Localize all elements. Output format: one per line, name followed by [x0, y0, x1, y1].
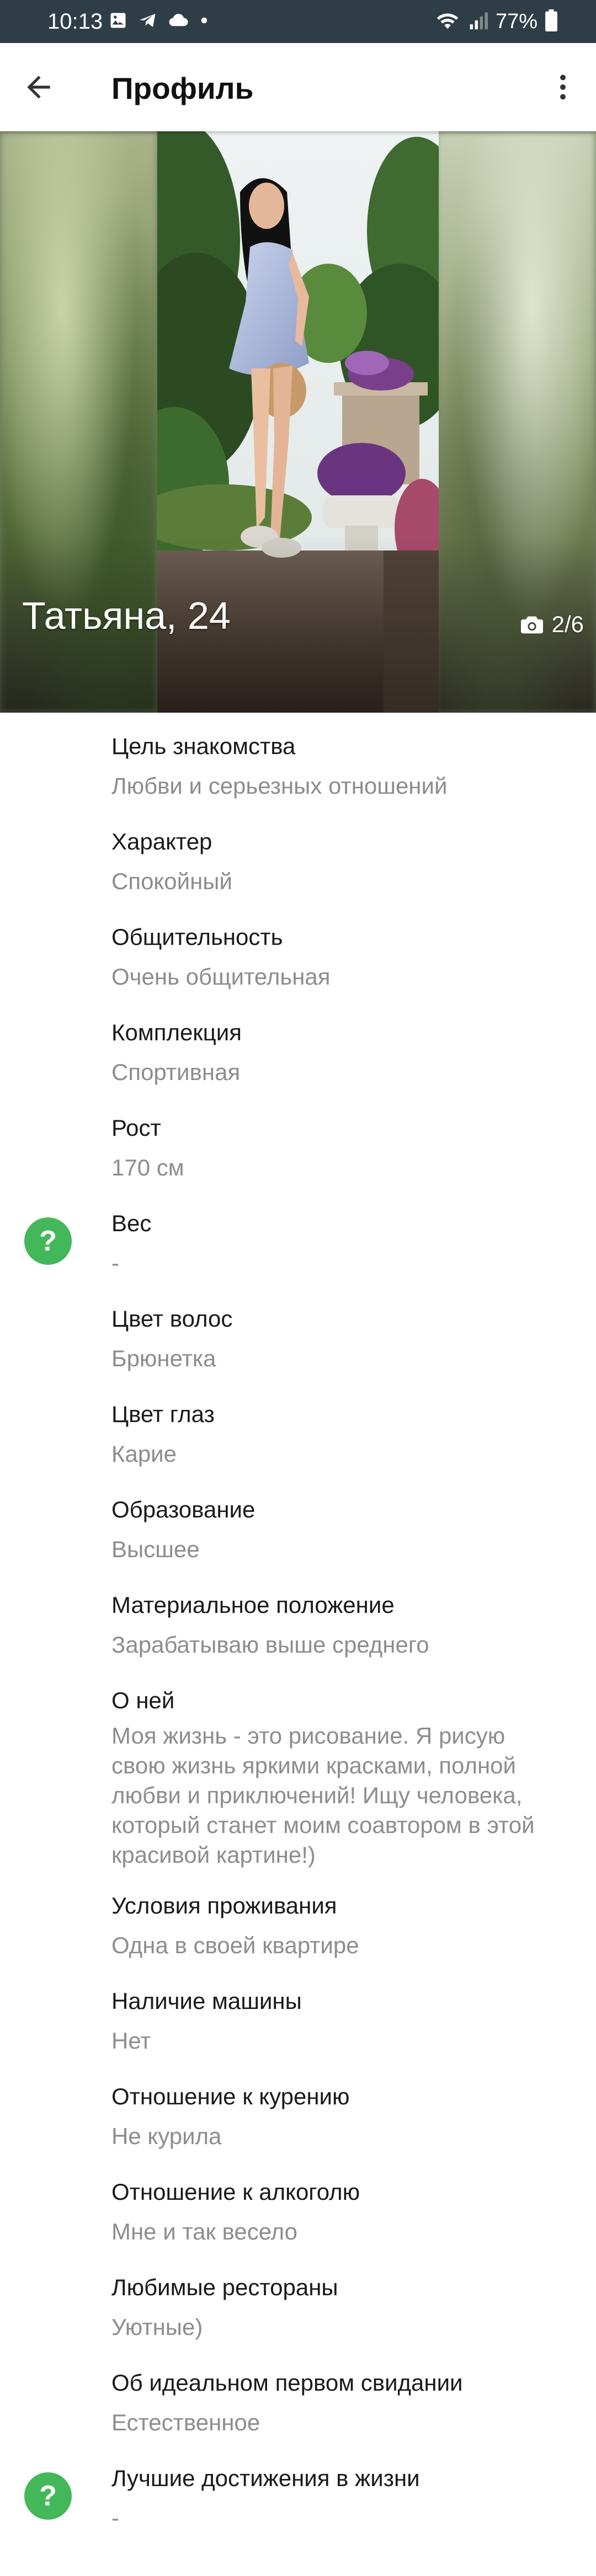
field-value: Одна в своей квартире: [111, 1932, 359, 1958]
image-icon: [108, 10, 128, 33]
field-label: Общительность: [111, 924, 283, 950]
field-label: Характер: [111, 829, 212, 854]
arrow-back-icon: [27, 76, 50, 99]
profile-photo-gallery[interactable]: Татьяна, 24 2/6: [0, 131, 596, 713]
field-value: Нет: [111, 2028, 151, 2054]
field-restaurants: Любимые рестораны Уютные): [0, 2274, 596, 2376]
photo-counter-text: 2/6: [551, 611, 584, 637]
field-smoking: Отношение к курению Не курила: [0, 2083, 596, 2185]
page-title: Профиль: [111, 71, 254, 105]
field-label: Цвет глаз: [111, 1401, 215, 1427]
field-sociability: Общительность Очень общительная: [0, 904, 596, 999]
profile-details: Цель знакомства Любви и серьезных отноше…: [0, 713, 596, 2567]
battery-icon: [545, 9, 557, 34]
field-label: Отношение к курению: [111, 2083, 350, 2109]
field-value: Мне и так весело: [111, 2219, 298, 2244]
help-icon[interactable]: ?: [24, 1217, 72, 1265]
field-eye-color: Цвет глаз Карие: [0, 1381, 596, 1476]
status-time: 10:13: [47, 9, 103, 34]
signal-icon: [468, 9, 488, 34]
profile-name-age: Татьяна, 24: [22, 594, 231, 637]
field-dating-goal: Цель знакомства Любви и серьезных отноше…: [0, 713, 596, 808]
camera-icon: [520, 616, 543, 634]
field-label: Материальное положение: [111, 1592, 395, 1618]
field-height: Рост 170 см: [0, 1094, 596, 1190]
field-financial-status: Материальное положение Зарабатываю выше …: [0, 1572, 596, 1667]
field-value: -: [111, 2505, 119, 2531]
field-achievements: ? Лучшие достижения в жизни -: [0, 2465, 596, 2567]
field-label: Цель знакомства: [111, 733, 296, 759]
field-value: Спортивная: [111, 1059, 241, 1085]
system-icons: 77%: [435, 8, 557, 35]
field-value: -: [111, 1250, 119, 1276]
help-icon[interactable]: ?: [24, 2472, 72, 2520]
field-label: Комплекция: [111, 1019, 242, 1045]
field-label: Любимые рестораны: [111, 2274, 338, 2300]
back-button[interactable]: [17, 65, 61, 109]
dot-icon: [199, 10, 210, 33]
field-build: Комплекция Спортивная: [0, 999, 596, 1094]
field-value: Спокойный: [111, 868, 232, 894]
app-bar: Профиль: [0, 43, 596, 131]
field-first-date: Об идеальном первом свидании Естественно…: [0, 2370, 596, 2471]
field-label: Лучшие достижения в жизни: [111, 2465, 420, 2491]
wifi-icon: [435, 9, 460, 34]
field-value: Высшее: [111, 1536, 200, 1562]
field-value: Карие: [111, 1441, 177, 1467]
field-value: Очень общительная: [111, 964, 331, 990]
field-label: Условия проживания: [111, 1893, 337, 1918]
field-label: О ней: [111, 1687, 175, 1713]
field-hair-color: Цвет волос Брюнетка: [0, 1285, 596, 1381]
field-label: Вес: [111, 1210, 152, 1236]
field-label: Образование: [111, 1497, 256, 1522]
field-value: Моя жизнь - это рисование. Я рисую свою …: [111, 1723, 535, 1868]
field-label: Отношение к алкоголю: [111, 2179, 360, 2205]
telegram-icon: [138, 10, 158, 33]
more-options-button[interactable]: [541, 65, 585, 109]
field-value: Брюнетка: [111, 1345, 216, 1371]
field-living-conditions: Условия проживания Одна в своей квартире: [0, 1893, 596, 1994]
battery-percent: 77%: [495, 9, 538, 33]
cloud-icon: [168, 10, 189, 33]
field-car: Наличие машины Нет: [0, 1988, 596, 2089]
status-bar: 10:13 77%: [0, 0, 596, 43]
field-alcohol: Отношение к алкоголю Мне и так весело: [0, 2179, 596, 2280]
field-value: Зарабатываю выше среднего: [111, 1632, 429, 1658]
field-about: О ней Моя жизнь - это рисование. Я рисую…: [0, 1667, 596, 1899]
field-weight: ? Вес -: [0, 1190, 596, 1285]
field-education: Образование Высшее: [0, 1476, 596, 1572]
notification-icons: [108, 10, 210, 33]
field-label: Наличие машины: [111, 1988, 302, 2014]
field-label: Цвет волос: [111, 1306, 233, 1332]
field-value: Естественное: [111, 2409, 260, 2435]
field-value: Уютные): [111, 2314, 203, 2340]
field-label: Рост: [111, 1115, 161, 1141]
field-value: Не курила: [111, 2123, 222, 2149]
field-character: Характер Спокойный: [0, 808, 596, 904]
field-value: 170 см: [111, 1155, 184, 1180]
photo-counter: 2/6: [520, 611, 584, 638]
field-label: Об идеальном первом свидании: [111, 2370, 463, 2396]
field-value: Любви и серьезных отношений: [111, 773, 448, 799]
more-vertical-icon: [560, 74, 566, 100]
